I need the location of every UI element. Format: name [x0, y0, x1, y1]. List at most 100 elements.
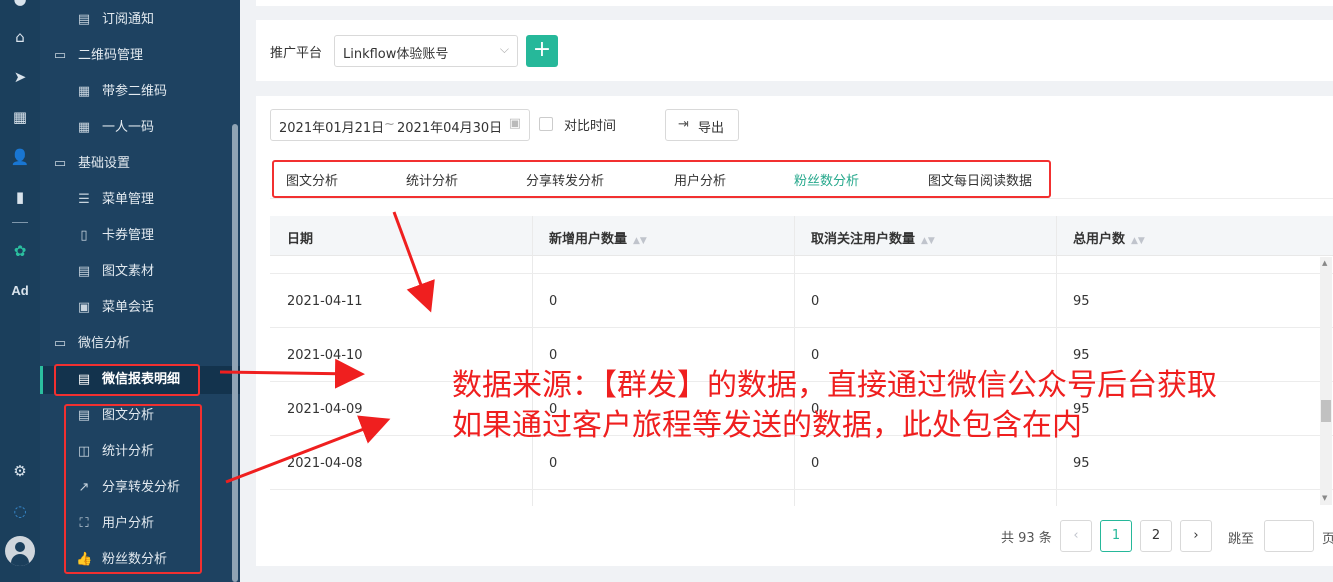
- scroll-up-icon[interactable]: ▲: [1322, 259, 1327, 267]
- sidebar-item-menu-management[interactable]: ☰ 菜单管理: [40, 186, 240, 214]
- tab-stats-analysis[interactable]: 统计分析: [406, 170, 458, 189]
- sidebar-item-share-analysis[interactable]: ↗ 分享转发分析: [40, 474, 240, 502]
- sidebar-item-article-analysis[interactable]: ▤ 图文分析: [40, 402, 240, 430]
- gear-icon[interactable]: ⚙: [0, 462, 40, 480]
- sidebar-item-user-analysis[interactable]: ⛶ 用户分析: [40, 510, 240, 538]
- bar-chart-icon[interactable]: ▮: [0, 188, 40, 206]
- wechat-icon[interactable]: ✿: [0, 242, 40, 260]
- cell-new-users: 0: [549, 456, 558, 471]
- ad-icon[interactable]: Ad: [0, 282, 40, 300]
- date-end: 2021年04月30日: [397, 121, 503, 136]
- cell-date: 2021-04-09: [287, 402, 363, 417]
- cell-unfollow-users: 0: [811, 348, 820, 363]
- chat-bubble-icon[interactable]: ◌: [0, 502, 40, 520]
- sort-icon[interactable]: ▲▼: [1131, 236, 1145, 246]
- tab-article-analysis[interactable]: 图文分析: [286, 170, 338, 189]
- cell-date: 2021-04-08: [287, 456, 363, 471]
- sidebar-item-label: 用户分析: [102, 516, 155, 531]
- sidebar-item-param-qrcode[interactable]: ▦ 带参二维码: [40, 78, 240, 106]
- coupon-icon: ▯: [80, 228, 88, 243]
- column-header-date[interactable]: 日期: [287, 228, 313, 247]
- cell-unfollow-users: 0: [811, 294, 820, 309]
- platform-select-value: Linkflow体验账号: [343, 47, 449, 62]
- sidebar-item-wechat-report-detail[interactable]: ▤ 微信报表明细: [40, 366, 240, 394]
- cell-unfollow-users: 0: [811, 456, 820, 471]
- sidebar-item-menu-session[interactable]: ▣ 菜单会话: [40, 294, 240, 322]
- icon-rail: ● ⌂ ➤ ▦ 👤 ▮ ✿ Ad ⚙ ◌: [0, 0, 40, 582]
- list-icon: ☰: [78, 192, 90, 207]
- sidebar-group-qrcode[interactable]: ▭ 二维码管理: [40, 42, 240, 70]
- sidebar-item-fans-analysis[interactable]: 👍 粉丝数分析: [40, 546, 240, 574]
- cell-new-users: 0: [549, 294, 558, 309]
- sidebar-item-label: 一人一码: [102, 120, 155, 135]
- user-icon[interactable]: 👤: [0, 148, 40, 166]
- sidebar-item-label: 统计分析: [102, 444, 155, 459]
- bell-icon: ▤: [77, 12, 91, 27]
- sidebar-group-wechat-analysis[interactable]: ▭ 微信分析: [40, 330, 240, 358]
- share-icon: ↗: [78, 480, 90, 495]
- report-panel: 2021年01月21日 ~ 2021年04月30日 ▣ 对比时间 ⇥ 导出 图文…: [256, 96, 1333, 566]
- platform-select[interactable]: Linkflow体验账号 ⌵: [334, 35, 518, 67]
- avatar[interactable]: [5, 536, 35, 566]
- cell-date: 2021-04-10: [287, 348, 363, 363]
- qrcode-icon: ▦: [77, 120, 91, 135]
- sidebar-scrollbar[interactable]: [232, 124, 238, 582]
- date-separator: ~: [384, 117, 395, 132]
- tab-user-analysis[interactable]: 用户分析: [674, 170, 726, 189]
- sidebar-item-one-person-one-code[interactable]: ▦ 一人一码: [40, 114, 240, 142]
- tab-daily-article-reads[interactable]: 图文每日阅读数据: [928, 170, 1032, 189]
- sidebar-item-article-material[interactable]: ▤ 图文素材: [40, 258, 240, 286]
- sidebar-item-stats-analysis[interactable]: ◫ 统计分析: [40, 438, 240, 466]
- date-range-picker[interactable]: 2021年01月21日 ~ 2021年04月30日 ▣: [270, 109, 530, 141]
- page-button-2[interactable]: 2: [1140, 520, 1172, 552]
- platform-label: 推广平台: [270, 46, 323, 61]
- annotation-line-2: 如果通过客户旅程等发送的数据，此处包含在内: [452, 408, 1082, 443]
- add-platform-button[interactable]: +: [526, 35, 558, 67]
- sidebar-item-label: 带参二维码: [102, 84, 168, 99]
- tab-fans-analysis[interactable]: 粉丝数分析: [794, 170, 859, 189]
- home-icon[interactable]: ⌂: [0, 28, 40, 46]
- sidebar-item-coupon-management[interactable]: ▯ 卡券管理: [40, 222, 240, 250]
- top-card-edge: [256, 0, 1333, 6]
- date-start: 2021年01月21日: [279, 121, 385, 136]
- export-icon: ⇥: [678, 117, 689, 132]
- partial-icon[interactable]: ●: [0, 0, 40, 8]
- sidebar-menu: ▤ 订阅通知 ▭ 二维码管理 ▦ 带参二维码 ▦ 一人一码 ▭ 基础设置 ☰ 菜单管理 ▯ 卡…: [40, 0, 240, 582]
- table-scrollbar[interactable]: ▲ ▼: [1320, 257, 1332, 505]
- page-button-1[interactable]: 1: [1100, 520, 1132, 552]
- table-row: [270, 256, 1333, 274]
- sidebar-item-label: 二维码管理: [78, 48, 144, 63]
- cell-total-users: 95: [1073, 348, 1090, 363]
- sidebar-group-basic-settings[interactable]: ▭ 基础设置: [40, 150, 240, 178]
- folder-icon: ▭: [53, 48, 67, 63]
- jump-to-page-input[interactable]: [1264, 520, 1314, 552]
- platform-bar: 推广平台 Linkflow体验账号 ⌵ +: [256, 20, 1333, 81]
- sidebar-item-label: 微信报表明细: [102, 372, 181, 387]
- sidebar-item-label: 图文分析: [102, 408, 155, 423]
- next-page-button[interactable]: ›: [1180, 520, 1212, 552]
- sidebar-item-label: 粉丝数分析: [102, 552, 168, 567]
- thumbs-up-icon: 👍: [76, 552, 93, 567]
- compare-time-checkbox[interactable]: [539, 117, 553, 131]
- cell-total-users: 95: [1073, 456, 1090, 471]
- folder-icon: ▭: [53, 156, 67, 171]
- scroll-down-icon[interactable]: ▼: [1322, 494, 1327, 502]
- column-header-total-users[interactable]: 总用户数 ▲▼: [1073, 228, 1145, 247]
- sort-icon[interactable]: ▲▼: [921, 236, 935, 246]
- column-header-new-users[interactable]: 新增用户数量 ▲▼: [549, 228, 647, 247]
- jump-page-suffix: 页: [1322, 532, 1333, 547]
- column-header-unfollow-users[interactable]: 取消关注用户数量 ▲▼: [811, 228, 935, 247]
- prev-page-button[interactable]: ‹: [1060, 520, 1092, 552]
- sidebar-item-subscription-notice[interactable]: ▤ 订阅通知: [40, 6, 240, 34]
- scroll-thumb[interactable]: [1321, 400, 1331, 422]
- sidebar-item-label: 订阅通知: [102, 12, 155, 27]
- tab-share-analysis[interactable]: 分享转发分析: [526, 170, 604, 189]
- qrcode-icon: ▦: [77, 84, 91, 99]
- calendar-icon: ▣: [508, 116, 521, 131]
- send-icon[interactable]: ➤: [0, 68, 40, 86]
- layout-icon[interactable]: ▦: [0, 108, 40, 126]
- sort-icon[interactable]: ▲▼: [633, 236, 647, 246]
- chat-icon: ▣: [77, 300, 91, 315]
- chevron-down-icon: ⌵: [499, 42, 509, 56]
- export-button[interactable]: ⇥ 导出: [665, 109, 739, 141]
